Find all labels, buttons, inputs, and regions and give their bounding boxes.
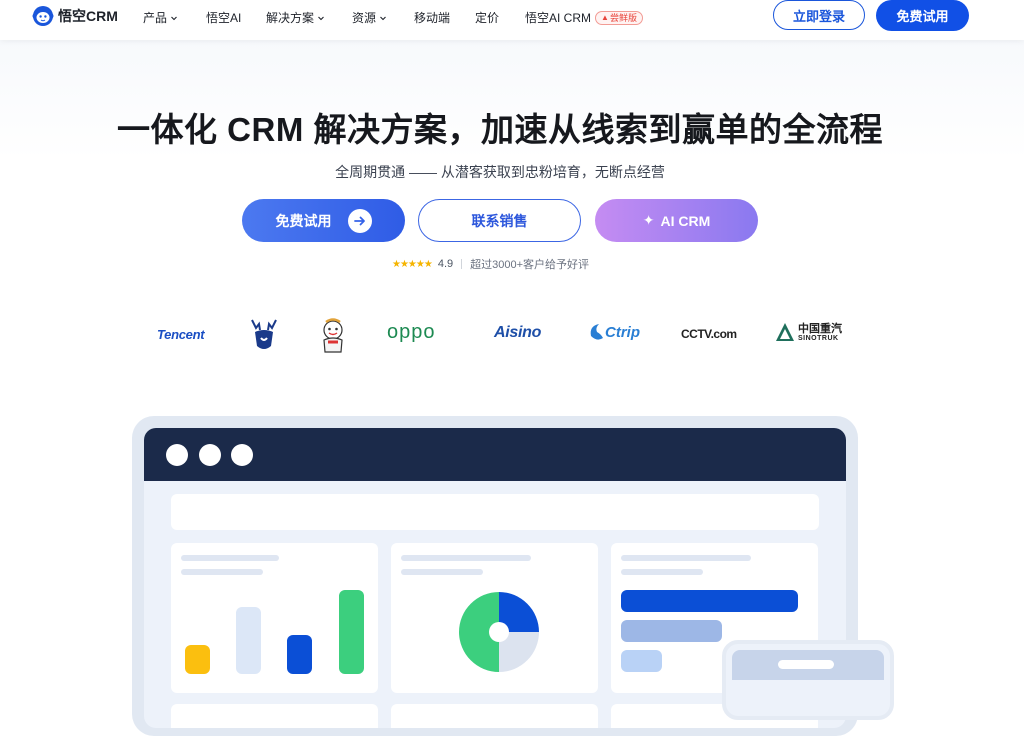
deer-logo-icon xyxy=(251,319,277,349)
logo-sinotruk: 中国重汽 SINOTRUK xyxy=(775,322,842,344)
logo-tencent: Tencent xyxy=(157,327,205,342)
fire-icon: ▲ xyxy=(601,12,609,22)
mockup-pie-chart-card xyxy=(391,543,598,693)
nav-resources-label: 资源 xyxy=(352,11,377,25)
free-trial-button-header[interactable]: 免费试用 xyxy=(876,0,969,31)
nav-wukong-ai-label: 悟空AI xyxy=(206,11,242,25)
mockup-bar-chart-card xyxy=(171,543,378,693)
sinotruk-cn-text: 中国重汽 xyxy=(798,323,842,335)
contact-sales-button[interactable]: 联系销售 xyxy=(418,199,581,242)
chart-bar xyxy=(339,590,364,674)
nav-pricing-label: 定价 xyxy=(475,11,500,25)
mobile-mockup xyxy=(722,640,894,720)
mockup-card xyxy=(171,704,378,728)
mascot-logo-icon xyxy=(323,318,343,353)
nav-product-label: 产品 xyxy=(143,11,168,25)
mockup-search-bar xyxy=(171,494,819,530)
ctrip-dolphin-icon xyxy=(590,324,603,340)
nav-product[interactable]: 产品 xyxy=(143,9,178,26)
nav-mobile[interactable]: 移动端 xyxy=(414,9,450,26)
logo-oppo: oppo xyxy=(387,321,436,343)
ctrip-text: Ctrip xyxy=(605,323,640,341)
nav-solutions[interactable]: 解决方案 xyxy=(266,9,325,26)
nav-ai-crm[interactable]: 悟空AI CRM ▲ 尝鲜版 xyxy=(525,9,643,26)
sinotruk-emblem-icon xyxy=(776,323,794,341)
placeholder-line xyxy=(401,555,531,561)
top-navbar: 悟空CRM 产品 悟空AI 解决方案 资源 移动端 定价 悟空AI CRM ▲ … xyxy=(0,0,1024,40)
window-dot-icon xyxy=(199,444,221,466)
hero-title: 一体化 CRM 解决方案，加速从线索到赢单的全流程 xyxy=(117,111,883,148)
sparkle-icon: ✦ xyxy=(642,212,655,228)
arrow-right-icon xyxy=(347,208,372,233)
rating-text: 超过3000+客户给予好评 xyxy=(470,259,590,271)
chart-bar xyxy=(236,607,261,674)
placeholder-line xyxy=(621,555,751,561)
nav-solutions-label: 解决方案 xyxy=(266,11,315,25)
hbar xyxy=(621,590,798,612)
mockup-card xyxy=(391,704,598,728)
placeholder-line xyxy=(181,555,279,561)
nav-wukong-ai[interactable]: 悟空AI xyxy=(206,9,241,26)
chart-bar xyxy=(185,645,210,674)
chart-bar xyxy=(287,635,312,674)
hbar xyxy=(621,650,662,672)
nav-mobile-label: 移动端 xyxy=(414,11,451,25)
hbar xyxy=(621,620,722,642)
chevron-down-icon xyxy=(318,16,324,20)
hero-subtitle: 全周期贯通 —— 从潜客获取到忠粉培育，无断点经营 xyxy=(335,164,665,180)
window-dot-icon xyxy=(166,444,188,466)
chevron-down-icon xyxy=(380,16,386,20)
logo-text: 悟空CRM xyxy=(58,8,118,24)
mockup-titlebar xyxy=(144,428,846,481)
sinotruk-en-text: SINOTRUK xyxy=(798,335,839,342)
free-trial-cta-label: 免费试用 xyxy=(275,212,332,229)
monkey-logo-icon xyxy=(32,6,54,26)
customer-logos: Tencent oppo Aisino Ctrip CCTV.com 中国重汽 … xyxy=(0,318,1024,354)
ai-crm-button[interactable]: ✦ AI CRM xyxy=(595,199,758,242)
placeholder-line xyxy=(181,569,263,575)
nav-ai-crm-label: 悟空AI CRM xyxy=(525,11,592,25)
mobile-speaker xyxy=(778,660,834,669)
brand-logo[interactable]: 悟空CRM xyxy=(32,5,118,27)
chevron-down-icon xyxy=(171,16,177,20)
placeholder-line xyxy=(621,569,703,575)
nav-resources[interactable]: 资源 xyxy=(352,9,387,26)
mobile-mockup-header xyxy=(732,650,884,680)
placeholder-line xyxy=(401,569,483,575)
trial-version-badge: ▲ 尝鲜版 xyxy=(595,10,643,25)
rating-score: 4.9 xyxy=(437,258,454,270)
login-button[interactable]: 立即登录 xyxy=(773,0,865,30)
rating-row: ★★★★★ 4.9 超过3000+客户给予好评 xyxy=(392,256,589,272)
window-dot-icon xyxy=(231,444,253,466)
logo-ctrip: Ctrip xyxy=(589,322,640,342)
logo-cctv: CCTV.com xyxy=(681,327,737,341)
logo-aisino: Aisino xyxy=(494,324,542,341)
donut-chart xyxy=(459,592,539,672)
ai-crm-label: AI CRM xyxy=(660,212,711,229)
divider xyxy=(461,259,463,269)
badge-label: 尝鲜版 xyxy=(609,12,637,23)
rating-stars-icon: ★★★★★ xyxy=(392,258,433,270)
nav-pricing[interactable]: 定价 xyxy=(475,9,499,26)
free-trial-cta-button[interactable]: 免费试用 xyxy=(242,199,405,242)
